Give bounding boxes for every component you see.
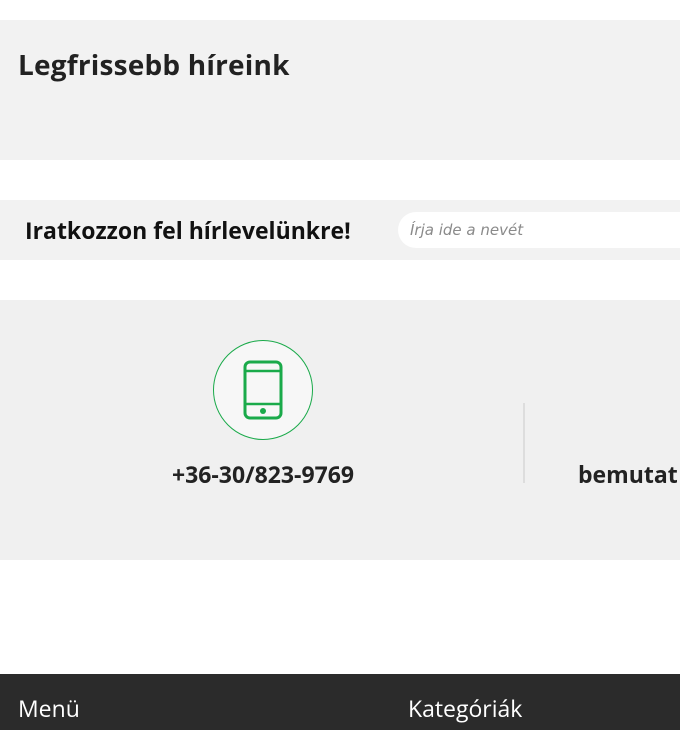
contact-section: +36-30/823-9769 bemutat bbox=[0, 300, 680, 560]
footer-menu-heading: Menü bbox=[18, 692, 80, 724]
latest-news-title: Legfrissebb híreink bbox=[18, 46, 290, 84]
contact-divider bbox=[523, 403, 525, 483]
phone-number-link[interactable]: +36-30/823-9769 bbox=[163, 458, 363, 490]
footer-categories-heading: Kategóriák bbox=[408, 692, 523, 724]
smartphone-icon bbox=[243, 360, 283, 420]
newsletter-title: Iratkozzon fel hírlevelünkre! bbox=[25, 214, 351, 246]
phone-icon-circle bbox=[213, 340, 313, 440]
latest-news-section: Legfrissebb híreink bbox=[0, 20, 680, 160]
newsletter-name-input[interactable] bbox=[398, 212, 680, 248]
footer: Menü Kategóriák bbox=[0, 674, 680, 730]
demo-label[interactable]: bemutat bbox=[578, 458, 678, 490]
newsletter-section: Iratkozzon fel hírlevelünkre! bbox=[0, 200, 680, 260]
